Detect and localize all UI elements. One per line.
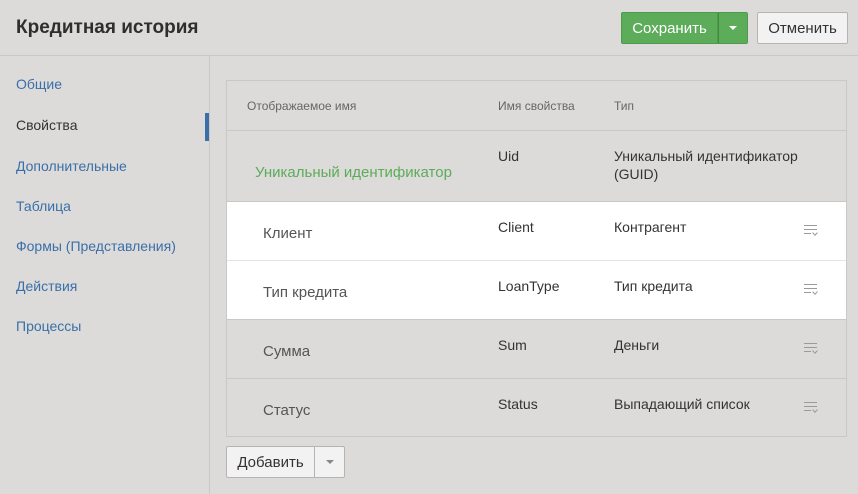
- table-row[interactable]: Клиент Client Контрагент: [227, 202, 846, 261]
- row-menu-icon[interactable]: [804, 343, 818, 355]
- table-row[interactable]: Уникальный идентификатор Uid Уникальный …: [227, 131, 846, 202]
- row-display-name: Уникальный идентификатор: [255, 164, 452, 181]
- active-nav-indicator: [205, 113, 209, 141]
- row-display-name: Тип кредита: [263, 284, 348, 301]
- table-row[interactable]: Тип кредита LoanType Тип кредита: [227, 261, 846, 320]
- add-button[interactable]: Добавить: [226, 446, 315, 478]
- save-button-group: Сохранить: [621, 12, 748, 44]
- sidebar-item-general[interactable]: Общие: [16, 76, 62, 92]
- row-type: Выпадающий список: [614, 396, 750, 412]
- row-menu-icon[interactable]: [804, 284, 818, 296]
- row-menu-icon[interactable]: [804, 225, 818, 237]
- sidebar-item-table[interactable]: Таблица: [16, 198, 71, 214]
- row-property-name: Status: [498, 396, 538, 412]
- sidebar-item-actions[interactable]: Действия: [16, 278, 77, 294]
- column-header-type: Тип: [614, 99, 635, 113]
- row-display-name: Клиент: [263, 225, 313, 242]
- row-type: Контрагент: [614, 219, 687, 235]
- row-display-name: Сумма: [263, 343, 311, 360]
- save-button[interactable]: Сохранить: [621, 12, 718, 44]
- add-button-group: Добавить: [226, 446, 345, 478]
- column-header-property-name: Имя свойства: [498, 99, 575, 113]
- row-menu-icon[interactable]: [804, 402, 818, 414]
- sidebar-nav: Общие Свойства Дополнительные Таблица Фо…: [0, 56, 210, 494]
- caret-down-icon: [729, 26, 737, 30]
- row-type: Деньги: [614, 337, 660, 353]
- properties-table: Отображаемое имя Имя свойства Тип Уникал…: [226, 80, 847, 437]
- row-type: Тип кредита: [614, 278, 693, 294]
- row-type: Уникальный идентификатор (GUID): [614, 148, 798, 182]
- sidebar-item-processes[interactable]: Процессы: [16, 318, 81, 334]
- save-dropdown-button[interactable]: [718, 12, 748, 44]
- table-row[interactable]: Статус Status Выпадающий список: [227, 379, 846, 436]
- caret-down-icon: [325, 460, 334, 464]
- page-header: Кредитная история Сохранить Отменить: [0, 0, 858, 56]
- table-header: Отображаемое имя Имя свойства Тип: [227, 81, 846, 131]
- column-header-display-name: Отображаемое имя: [247, 99, 357, 113]
- add-dropdown-button[interactable]: [315, 446, 345, 478]
- row-property-name: Uid: [498, 148, 520, 164]
- table-row[interactable]: Сумма Sum Деньги: [227, 320, 846, 379]
- cancel-button[interactable]: Отменить: [757, 12, 848, 44]
- row-property-name: Sum: [498, 337, 527, 353]
- sidebar-item-properties[interactable]: Свойства: [16, 117, 77, 133]
- sidebar-item-forms[interactable]: Формы (Представления): [16, 238, 176, 254]
- page-title: Кредитная история: [16, 17, 199, 38]
- sidebar-item-additional[interactable]: Дополнительные: [16, 158, 127, 174]
- row-display-name: Статус: [263, 402, 311, 419]
- row-property-name: Client: [498, 219, 534, 235]
- row-property-name: LoanType: [498, 278, 560, 294]
